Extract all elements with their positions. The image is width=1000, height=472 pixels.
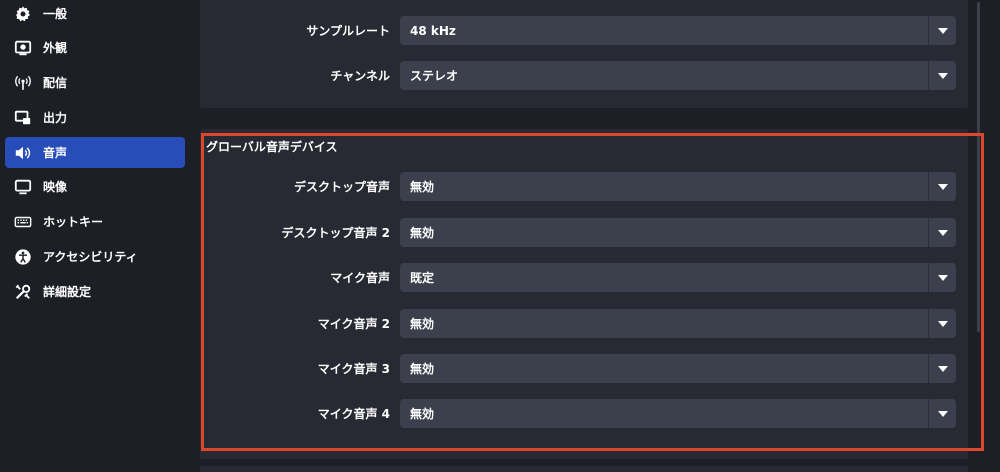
settings-content: サンプルレート 48 kHz チャンネル ステレオ グローバル音声デバイス デス… bbox=[190, 0, 1000, 472]
output-icon bbox=[13, 108, 33, 128]
sidebar-item-output[interactable]: 出力 bbox=[5, 102, 185, 133]
chevron-down-icon[interactable] bbox=[928, 263, 956, 292]
sidebar-item-accessibility[interactable]: アクセシビリティ bbox=[5, 241, 185, 272]
sidebar-item-label: 詳細設定 bbox=[43, 285, 92, 299]
channels-label: チャンネル bbox=[330, 69, 390, 83]
general-audio-panel: サンプルレート 48 kHz チャンネル ステレオ bbox=[200, 0, 968, 108]
sample-rate-label: サンプルレート bbox=[306, 24, 390, 38]
desktop-audio-select[interactable]: 無効 bbox=[400, 172, 956, 201]
sidebar-item-appearance[interactable]: 外観 bbox=[5, 32, 185, 63]
accessibility-icon bbox=[13, 247, 33, 267]
sidebar-item-label: 出力 bbox=[43, 111, 68, 125]
scrollbar-thumb[interactable] bbox=[977, 2, 980, 332]
mic-audio-3-label: マイク音声 3 bbox=[317, 362, 390, 376]
mic-audio-2-select[interactable]: 無効 bbox=[400, 309, 956, 338]
mic-audio-3-value: 無効 bbox=[410, 362, 435, 376]
speaker-icon bbox=[13, 143, 33, 163]
next-panel-edge bbox=[200, 466, 968, 472]
sidebar-item-advanced[interactable]: 詳細設定 bbox=[5, 276, 185, 307]
gear-icon bbox=[13, 4, 33, 24]
desktop-audio-2-label: デスクトップ音声 2 bbox=[281, 226, 390, 240]
tools-icon bbox=[13, 282, 33, 302]
sidebar-item-stream[interactable]: 配信 bbox=[5, 67, 185, 98]
chevron-down-icon[interactable] bbox=[928, 399, 956, 428]
settings-sidebar: 一般 外観 配信 出力 音声 映像 ホットキー アクセシビリティ 詳細設定 bbox=[0, 0, 190, 472]
desktop-audio-label: デスクトップ音声 bbox=[293, 180, 390, 194]
chevron-down-icon[interactable] bbox=[928, 309, 956, 338]
mic-audio-2-label: マイク音声 2 bbox=[317, 317, 390, 331]
desktop-audio-value: 無効 bbox=[410, 180, 435, 194]
sidebar-item-label: 音声 bbox=[43, 146, 68, 160]
sidebar-item-label: ホットキー bbox=[43, 215, 104, 229]
sidebar-item-general[interactable]: 一般 bbox=[5, 0, 185, 29]
chevron-down-icon[interactable] bbox=[928, 16, 956, 45]
desktop-audio-2-select[interactable]: 無効 bbox=[400, 218, 956, 247]
sidebar-item-video[interactable]: 映像 bbox=[5, 171, 185, 202]
section-title: グローバル音声デバイス bbox=[206, 140, 338, 154]
desktop-audio-2-value: 無効 bbox=[410, 226, 435, 240]
mic-audio-2-value: 無効 bbox=[410, 317, 435, 331]
sidebar-item-label: アクセシビリティ bbox=[43, 250, 138, 264]
mic-audio-label: マイク音声 bbox=[330, 271, 390, 285]
mic-audio-value: 既定 bbox=[410, 271, 435, 285]
chevron-down-icon[interactable] bbox=[928, 218, 956, 247]
mic-audio-4-label: マイク音声 4 bbox=[317, 407, 390, 421]
keyboard-icon bbox=[13, 212, 33, 232]
sidebar-item-label: 一般 bbox=[43, 7, 68, 21]
mic-audio-4-value: 無効 bbox=[410, 407, 435, 421]
chevron-down-icon[interactable] bbox=[928, 172, 956, 201]
sidebar-item-hotkeys[interactable]: ホットキー bbox=[5, 206, 185, 237]
sample-rate-value: 48 kHz bbox=[410, 23, 456, 38]
mic-audio-4-select[interactable]: 無効 bbox=[400, 399, 956, 428]
chevron-down-icon[interactable] bbox=[928, 354, 956, 383]
appearance-icon bbox=[13, 38, 33, 58]
sample-rate-select[interactable]: 48 kHz bbox=[400, 16, 956, 45]
mic-audio-3-select[interactable]: 無効 bbox=[400, 354, 956, 383]
monitor-icon bbox=[13, 177, 33, 197]
channels-select[interactable]: ステレオ bbox=[400, 61, 956, 90]
sidebar-item-audio[interactable]: 音声 bbox=[5, 137, 185, 168]
global-devices-panel: グローバル音声デバイス デスクトップ音声 無効 デスクトップ音声 2 無効 マイ… bbox=[200, 129, 968, 459]
chevron-down-icon[interactable] bbox=[928, 61, 956, 90]
sidebar-item-label: 配信 bbox=[43, 76, 68, 90]
sidebar-item-label: 外観 bbox=[43, 41, 68, 55]
broadcast-icon bbox=[13, 73, 33, 93]
sidebar-item-label: 映像 bbox=[43, 180, 68, 194]
mic-audio-select[interactable]: 既定 bbox=[400, 263, 956, 292]
channels-value: ステレオ bbox=[410, 69, 459, 83]
